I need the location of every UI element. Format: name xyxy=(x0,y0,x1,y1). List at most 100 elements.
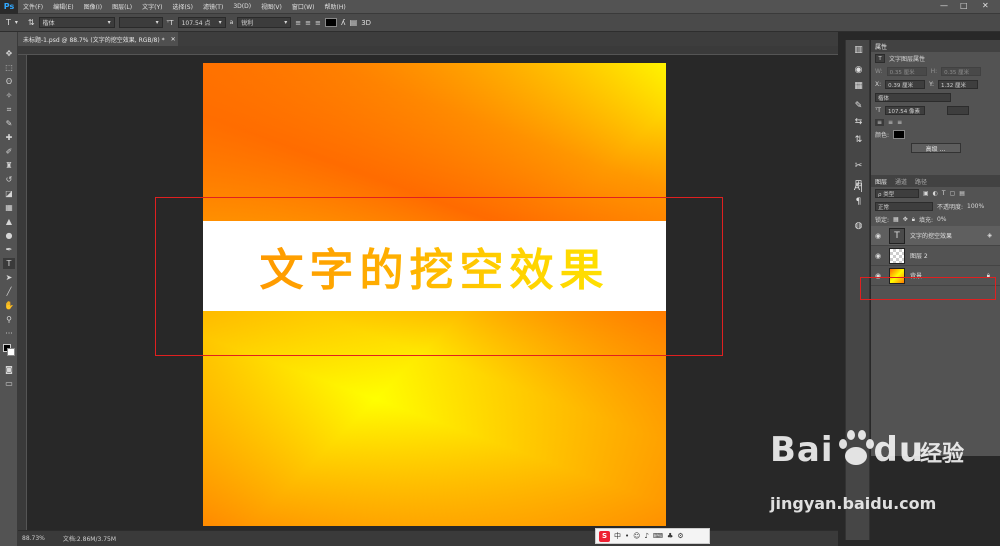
menu-image[interactable]: 图像(I) xyxy=(79,2,107,11)
filter-adjust-icon[interactable]: ◐ xyxy=(933,190,938,197)
3d-panel-icon[interactable]: ◍ xyxy=(852,220,865,232)
pen-tool-icon[interactable]: ✒ xyxy=(3,244,15,255)
filter-shape-icon[interactable]: ▢ xyxy=(950,190,956,197)
history-brush-tool-icon[interactable]: ↺ xyxy=(3,174,15,185)
color-swatches-icon[interactable] xyxy=(3,344,15,356)
dodge-tool-icon[interactable]: ● xyxy=(3,230,15,241)
document-tab[interactable]: 未标题-1.psd @ 88.7% (文字的挖空效果, RGB/8) * ✕ xyxy=(18,32,178,46)
gradient-tool-icon[interactable]: ▦ xyxy=(3,202,15,213)
character-panel-icon[interactable]: ▤ xyxy=(350,18,358,27)
menu-view[interactable]: 视图(V) xyxy=(256,2,287,11)
font-size-select[interactable]: 107.54 点 ▾ xyxy=(177,17,226,28)
eraser-tool-icon[interactable]: ◪ xyxy=(3,188,15,199)
eye-icon[interactable]: ◉ xyxy=(875,232,884,240)
y-value[interactable]: 1.32 厘米 xyxy=(938,80,979,89)
align-right-icon[interactable]: ≡ xyxy=(897,119,902,126)
warp-text-icon[interactable]: ʎ xyxy=(341,18,346,27)
brush-panel-icon[interactable]: ✎ xyxy=(852,100,865,112)
filter-smart-icon[interactable]: ▤ xyxy=(959,190,965,197)
eyedropper-tool-icon[interactable]: ✎ xyxy=(3,118,15,129)
screen-mode-icon[interactable]: ▭ xyxy=(3,378,15,389)
tool-preset-chevron-icon[interactable]: ▾ xyxy=(15,19,18,26)
canvas-area[interactable]: 文字的挖空效果 xyxy=(28,55,838,530)
leading-field[interactable] xyxy=(946,106,969,115)
ime-toolbar[interactable]: S 中 • ☺ ♪ ⌨ ♣ ⚙ xyxy=(595,528,710,544)
font-family-select[interactable]: 楷体 ▾ xyxy=(38,17,115,28)
clone-stamp-tool-icon[interactable]: ♜ xyxy=(3,160,15,171)
x-value[interactable]: 0.39 厘米 xyxy=(885,80,926,89)
3d-icon[interactable]: 3D xyxy=(361,19,371,27)
font-style-select[interactable]: ▾ xyxy=(118,17,163,28)
punctuation-icon[interactable]: • xyxy=(625,532,629,540)
healing-brush-tool-icon[interactable]: ✚ xyxy=(3,132,15,143)
text-color-swatch[interactable] xyxy=(324,18,337,27)
history-panel-icon[interactable]: ▥ xyxy=(852,44,865,56)
minimize-button[interactable]: — xyxy=(940,1,948,10)
maximize-button[interactable]: □ xyxy=(960,1,968,10)
advanced-button[interactable]: 高级 ... xyxy=(910,143,961,153)
align-right-icon[interactable]: ≡ xyxy=(315,19,321,27)
properties-font-size[interactable]: 107.54 像素 xyxy=(884,106,925,115)
crop-tool-icon[interactable]: ⌗ xyxy=(3,104,15,115)
microphone-icon[interactable]: ♪ xyxy=(644,532,648,540)
quick-mask-icon[interactable]: ◙ xyxy=(3,364,15,375)
menu-layer[interactable]: 图层(L) xyxy=(107,2,137,11)
adjustments-panel-icon[interactable]: ⇆ xyxy=(852,116,865,128)
blend-mode-select[interactable]: 正常 xyxy=(875,202,933,211)
zoom-tool-icon[interactable]: ⚲ xyxy=(3,314,15,325)
menu-file[interactable]: 文件(F) xyxy=(18,2,48,11)
move-tool-icon[interactable]: ✥ xyxy=(3,48,15,59)
close-button[interactable]: ✕ xyxy=(982,1,989,10)
keyboard-icon[interactable]: ⌨ xyxy=(653,532,663,540)
align-left-icon[interactable]: ≡ xyxy=(295,19,301,27)
fill-value[interactable]: 0% xyxy=(937,216,947,223)
menu-select[interactable]: 选择(S) xyxy=(167,2,198,11)
skin-icon[interactable]: ♣ xyxy=(667,532,673,540)
filter-pixel-icon[interactable]: ▣ xyxy=(923,190,929,197)
align-left-icon[interactable]: ≡ xyxy=(875,119,885,126)
layer-row[interactable]: ◉ T 文字的挖空效果 ◈ xyxy=(871,226,1000,246)
layer-name[interactable]: 文字的挖空效果 xyxy=(910,231,952,240)
more-tools-icon[interactable]: ··· xyxy=(3,328,15,339)
tab-layers[interactable]: 图层 xyxy=(875,177,887,186)
hand-tool-icon[interactable]: ✋ xyxy=(3,300,15,311)
swatches-panel-icon[interactable]: ▦ xyxy=(852,80,865,92)
tool-presets-icon[interactable]: ✂ xyxy=(852,160,865,172)
tab-paths[interactable]: 路径 xyxy=(915,177,927,186)
paragraph-panel-icon[interactable]: ¶ xyxy=(852,196,865,208)
properties-font-family[interactable]: 楷体 xyxy=(875,93,951,102)
tools-icon[interactable]: ⚙ xyxy=(677,532,683,540)
align-center-icon[interactable]: ≡ xyxy=(305,19,311,27)
type-tool-icon[interactable]: T xyxy=(6,18,11,27)
properties-color-swatch[interactable] xyxy=(893,130,906,139)
type-tool-icon[interactable]: T xyxy=(3,258,15,269)
properties-panel-header[interactable]: 属性 xyxy=(871,40,1000,52)
lock-pixels-icon[interactable]: ▦ xyxy=(893,216,899,223)
menu-edit[interactable]: 编辑(E) xyxy=(48,2,78,11)
lasso-tool-icon[interactable]: ʘ xyxy=(3,76,15,87)
lock-position-icon[interactable]: ✥ xyxy=(903,216,908,223)
character-panel-icon[interactable]: A| xyxy=(852,182,865,194)
opacity-value[interactable]: 100% xyxy=(967,203,984,210)
eye-icon[interactable]: ◉ xyxy=(875,252,884,260)
layer-style-icon[interactable]: ◈ xyxy=(987,232,992,239)
menu-3d[interactable]: 3D(D) xyxy=(228,3,256,10)
layer-row[interactable]: ◉ 图层 2 xyxy=(871,246,1000,266)
lock-all-icon[interactable]: 🔒︎ xyxy=(912,216,915,224)
layer-filter-select[interactable]: ρ 类型 xyxy=(875,189,919,198)
tab-channels[interactable]: 通道 xyxy=(895,177,907,186)
menu-window[interactable]: 窗口(W) xyxy=(287,2,320,11)
layer-name[interactable]: 图层 2 xyxy=(910,251,928,260)
align-center-icon[interactable]: ≡ xyxy=(888,119,893,126)
magic-wand-tool-icon[interactable]: ✧ xyxy=(3,90,15,101)
close-tab-icon[interactable]: ✕ xyxy=(171,36,176,43)
blur-tool-icon[interactable]: ▲ xyxy=(3,216,15,227)
filter-type-icon[interactable]: T xyxy=(942,190,946,197)
antialias-select[interactable]: 锐利 ▾ xyxy=(237,17,292,28)
path-selection-tool-icon[interactable]: ➤ xyxy=(3,272,15,283)
h-value[interactable]: 0.35 厘米 xyxy=(941,67,982,76)
w-value[interactable]: 0.35 厘米 xyxy=(886,67,927,76)
zoom-level[interactable]: 88.73% xyxy=(22,535,45,542)
emoji-icon[interactable]: ☺ xyxy=(633,532,640,540)
menu-filter[interactable]: 滤镜(T) xyxy=(198,2,228,11)
